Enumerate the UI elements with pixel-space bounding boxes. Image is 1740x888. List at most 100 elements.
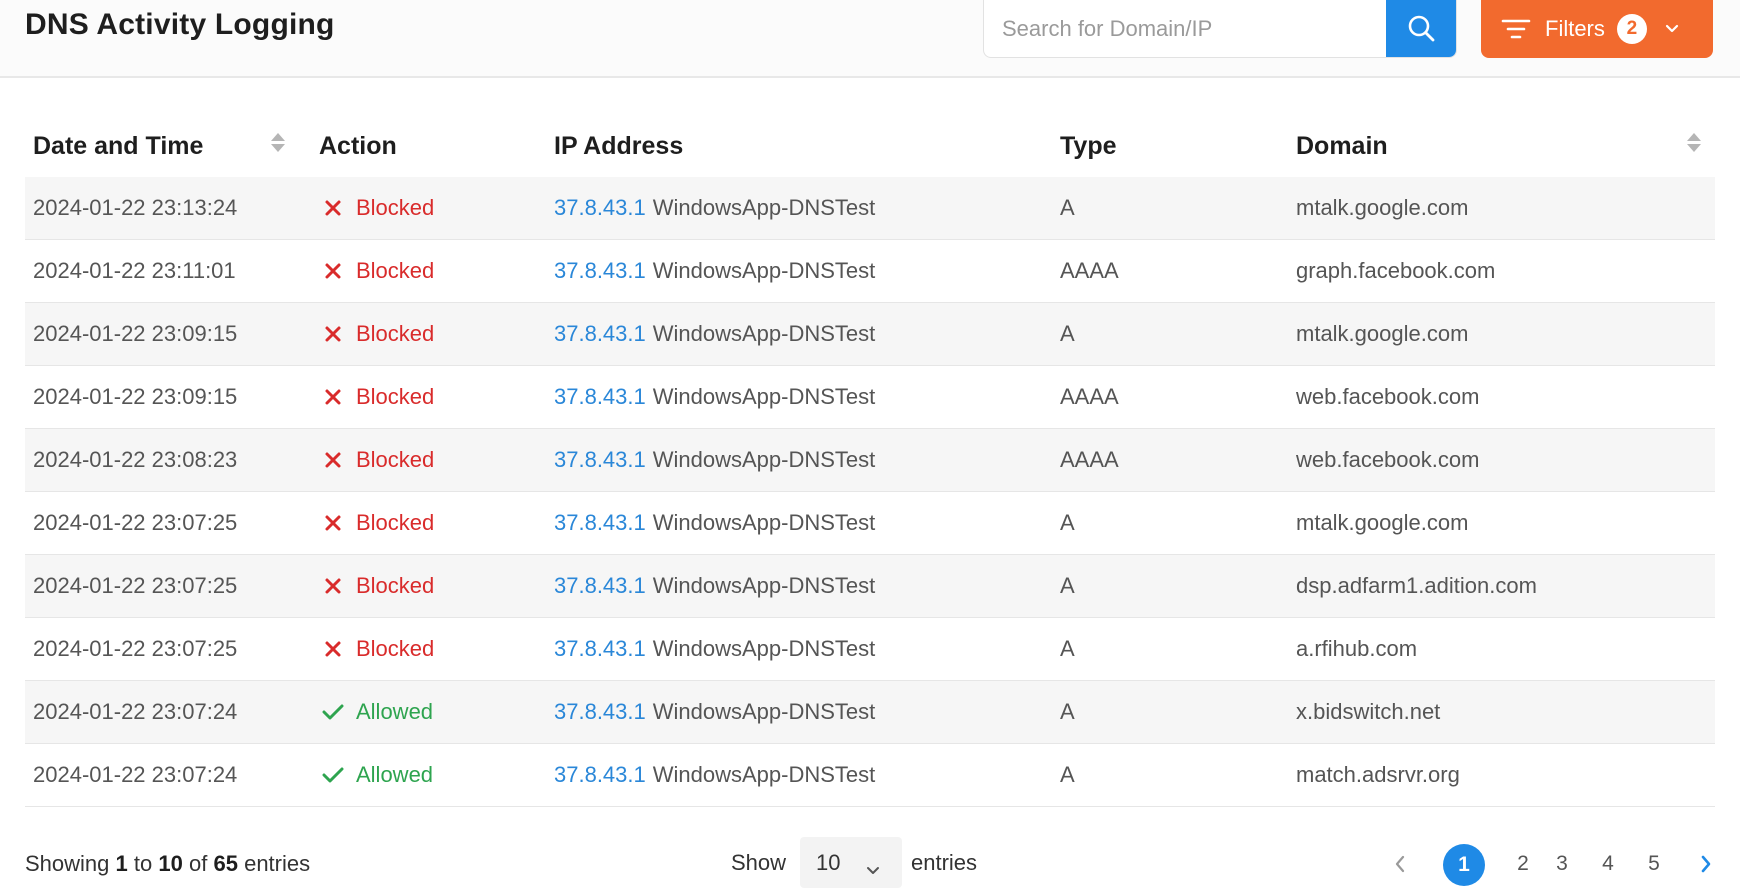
cell-domain: web.facebook.com <box>1296 447 1480 472</box>
showing-to: 10 <box>158 851 183 876</box>
column-header-domain[interactable]: Domain <box>1296 115 1388 177</box>
cell-domain: a.rfihub.com <box>1296 636 1418 661</box>
cell-ip-address: 37.8.43.1 WindowsApp-DNSTest <box>554 240 875 302</box>
cell-datetime: 2024-01-22 23:08:23 <box>33 447 238 472</box>
cell-domain: mtalk.google.com <box>1296 510 1469 535</box>
pagination-page-3[interactable]: 3 <box>1551 844 1573 884</box>
device-name: WindowsApp-DNSTest <box>652 762 876 787</box>
cell-ip-address: 37.8.43.1 WindowsApp-DNSTest <box>554 744 875 806</box>
action-label: Blocked <box>356 384 435 409</box>
cell-domain: x.bidswitch.net <box>1296 699 1441 724</box>
filters-label: Filters <box>1545 16 1605 41</box>
pagination-page-1[interactable]: 1 <box>1443 844 1485 886</box>
close-icon <box>322 260 344 282</box>
cell-datetime: 2024-01-22 23:11:01 <box>33 258 236 283</box>
cell-type: AAAA <box>1060 258 1119 283</box>
cell-action: Blocked <box>322 240 434 302</box>
table-row: 2024-01-22 23:09:15 Blocked 37.8.43.1 Windo… <box>25 366 1715 429</box>
close-icon <box>322 386 344 408</box>
device-name: WindowsApp-DNSTest <box>652 447 876 472</box>
filters-count-badge: 2 <box>1616 14 1647 44</box>
action-label: Blocked <box>356 195 435 220</box>
search-button[interactable] <box>1386 0 1456 57</box>
column-header-datetime[interactable]: Date and Time <box>33 115 203 177</box>
pagination-next-button[interactable] <box>1695 844 1717 884</box>
entries-label: entries <box>911 850 978 875</box>
sort-icon[interactable] <box>1687 133 1701 152</box>
ip-link[interactable]: 37.8.43.1 <box>554 258 646 284</box>
cell-type: AAAA <box>1060 384 1119 409</box>
chevron-down-icon <box>1665 24 1679 34</box>
close-icon <box>322 323 344 345</box>
ip-link[interactable]: 37.8.43.1 <box>554 384 646 410</box>
ip-link[interactable]: 37.8.43.1 <box>554 636 646 662</box>
device-name: WindowsApp-DNSTest <box>652 384 876 409</box>
action-label: Blocked <box>356 258 435 283</box>
close-icon <box>322 449 344 471</box>
showing-suffix: entries <box>244 851 311 876</box>
pagination-page-4[interactable]: 4 <box>1597 844 1619 884</box>
cell-type: A <box>1060 573 1075 598</box>
cell-type: A <box>1060 510 1075 535</box>
cell-type: A <box>1060 636 1075 661</box>
close-icon <box>322 638 344 660</box>
pagination-prev-button[interactable] <box>1389 844 1411 884</box>
page-header: DNS Activity Logging Filters 2 <box>0 0 1740 78</box>
table-row: 2024-01-22 23:09:15 Blocked 37.8.43.1 Windo… <box>25 303 1715 366</box>
cell-type: A <box>1060 195 1075 220</box>
page-size-select[interactable]: 10 <box>800 837 902 888</box>
device-name: WindowsApp-DNSTest <box>652 573 876 598</box>
filters-button[interactable]: Filters 2 <box>1481 0 1713 58</box>
cell-action: Blocked <box>322 366 434 428</box>
action-label: Blocked <box>356 636 435 661</box>
chevron-left-icon <box>1394 855 1406 873</box>
search-input[interactable] <box>984 0 1388 57</box>
ip-link[interactable]: 37.8.43.1 <box>554 510 646 536</box>
cell-type: A <box>1060 762 1075 787</box>
cell-ip-address: 37.8.43.1 WindowsApp-DNSTest <box>554 177 875 239</box>
checkmark-icon <box>322 764 344 786</box>
device-name: WindowsApp-DNSTest <box>652 195 876 220</box>
action-label: Allowed <box>356 762 434 787</box>
table-body: 2024-01-22 23:13:24 Blocked 37.8.43.1 Windo… <box>25 177 1715 807</box>
table-row: 2024-01-22 23:13:24 Blocked 37.8.43.1 Windo… <box>25 177 1715 240</box>
action-label: Blocked <box>356 447 435 472</box>
cell-action: Allowed <box>322 681 433 743</box>
column-label: Date and Time <box>33 131 204 160</box>
cell-datetime: 2024-01-22 23:07:25 <box>33 510 238 535</box>
cell-action: Blocked <box>322 492 434 554</box>
cell-ip-address: 37.8.43.1 WindowsApp-DNSTest <box>554 303 875 365</box>
table-row: 2024-01-22 23:07:25 Blocked 37.8.43.1 Windo… <box>25 555 1715 618</box>
pagination-page-2[interactable]: 2 <box>1512 844 1534 884</box>
cell-datetime: 2024-01-22 23:09:15 <box>33 321 238 346</box>
cell-domain: web.facebook.com <box>1296 384 1480 409</box>
action-label: Blocked <box>356 510 435 535</box>
cell-ip-address: 37.8.43.1 WindowsApp-DNSTest <box>554 681 875 743</box>
chevron-down-icon <box>866 856 880 882</box>
ip-link[interactable]: 37.8.43.1 <box>554 447 646 473</box>
ip-link[interactable]: 37.8.43.1 <box>554 321 646 347</box>
pagination-page-5[interactable]: 5 <box>1643 844 1665 884</box>
device-name: WindowsApp-DNSTest <box>652 258 876 283</box>
column-label: Action <box>319 131 397 160</box>
chevron-right-icon <box>1700 855 1712 873</box>
ip-link[interactable]: 37.8.43.1 <box>554 762 646 788</box>
table-row: 2024-01-22 23:07:25 Blocked 37.8.43.1 Windo… <box>25 492 1715 555</box>
ip-link[interactable]: 37.8.43.1 <box>554 573 646 599</box>
cell-type: A <box>1060 699 1075 724</box>
close-icon <box>322 197 344 219</box>
device-name: WindowsApp-DNSTest <box>652 636 876 661</box>
page-title: DNS Activity Logging <box>25 8 335 41</box>
column-label: Domain <box>1296 131 1388 160</box>
action-label: Allowed <box>356 699 434 724</box>
ip-link[interactable]: 37.8.43.1 <box>554 699 646 725</box>
ip-link[interactable]: 37.8.43.1 <box>554 195 646 221</box>
cell-domain: match.adsrvr.org <box>1296 762 1460 787</box>
table-row: 2024-01-22 23:11:01 Blocked 37.8.43.1 Windo… <box>25 240 1715 303</box>
column-header-action: Action <box>319 115 397 177</box>
column-label: IP Address <box>554 131 684 160</box>
cell-datetime: 2024-01-22 23:13:24 <box>33 195 238 220</box>
device-name: WindowsApp-DNSTest <box>652 699 876 724</box>
sort-icon[interactable] <box>271 133 285 152</box>
cell-domain: mtalk.google.com <box>1296 195 1469 220</box>
